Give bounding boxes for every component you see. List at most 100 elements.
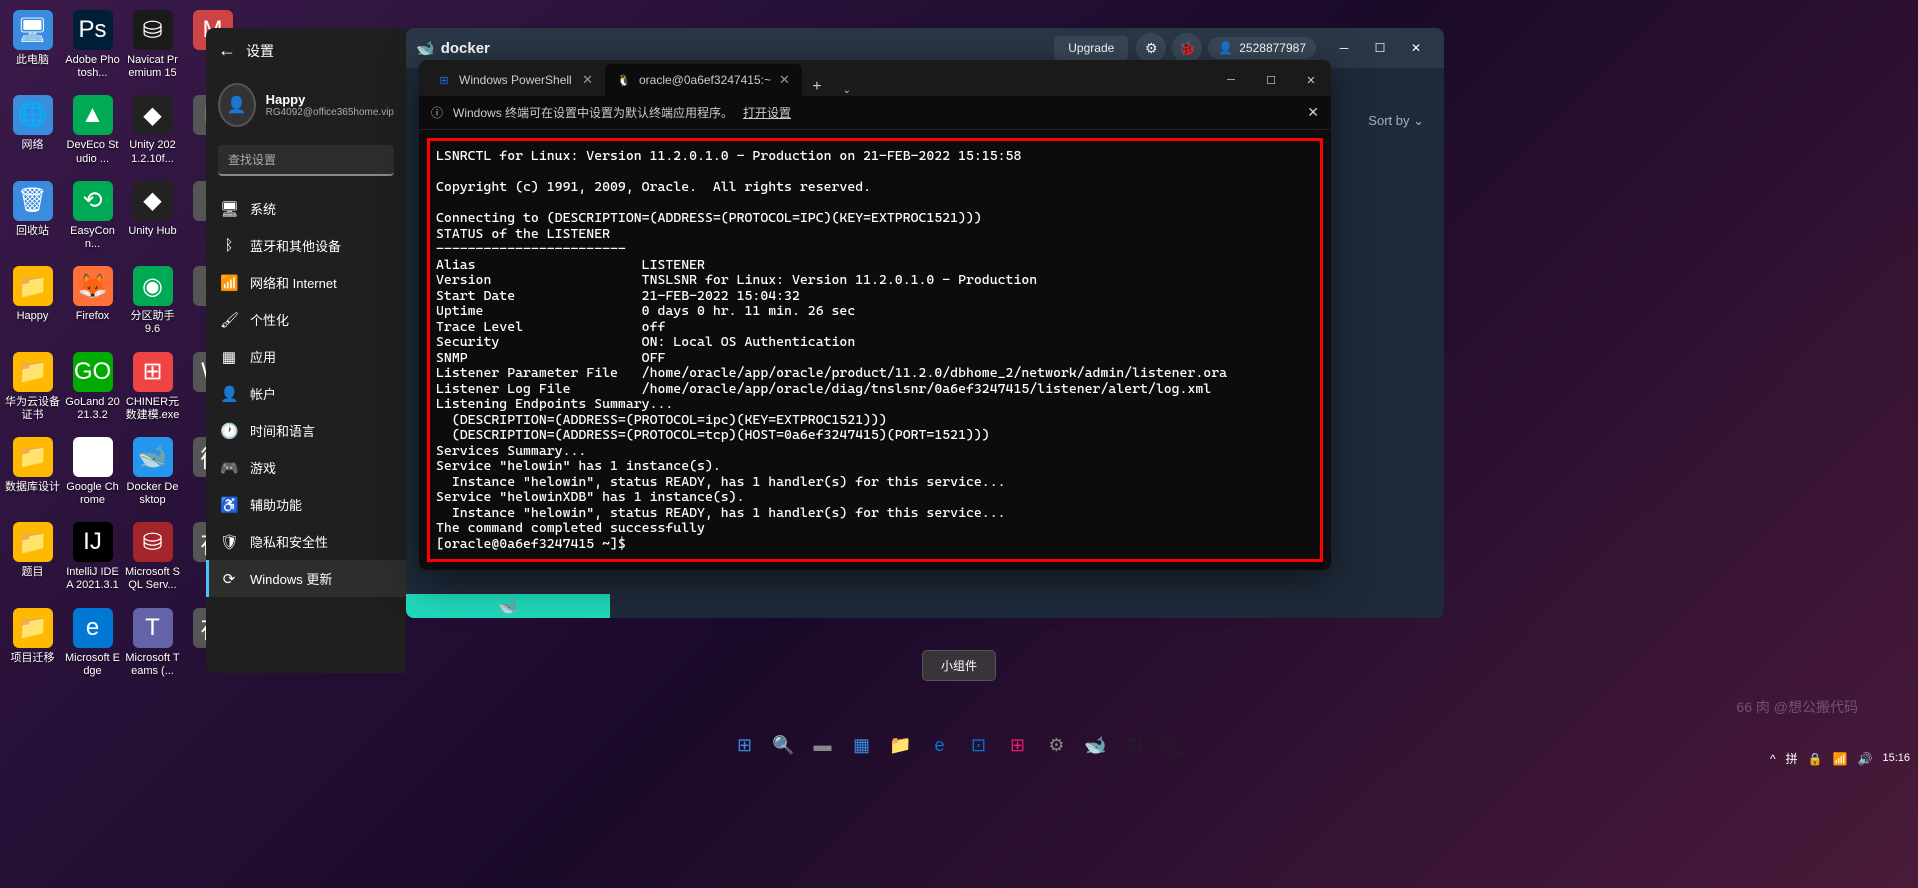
terminal-output[interactable]: LSNRCTL for Linux: Version 11.2.0.1.0 - …	[436, 149, 1314, 552]
taskbar-item[interactable]: ⊡	[1117, 728, 1152, 763]
desktop-icon[interactable]: 📁 华为云设备证书	[5, 352, 60, 422]
desktop-icon[interactable]: 📁数据库设计	[5, 437, 60, 507]
settings-nav-item[interactable]: 🖥系统	[206, 190, 406, 227]
minimize-button[interactable]: ─	[1211, 64, 1251, 96]
desktop-icon[interactable]: ◉Google Chrome	[65, 437, 120, 507]
tray-icon[interactable]: 🔊	[1858, 752, 1873, 766]
desktop-icon[interactable]: 🌐网络	[5, 95, 60, 165]
desktop-icon[interactable]: ⟲EasyConn...	[65, 181, 120, 251]
app-icon: Ps	[73, 10, 113, 50]
maximize-button[interactable]: ☐	[1362, 33, 1398, 63]
clock[interactable]: 15:16	[1882, 752, 1910, 764]
profile-section[interactable]: 👤 Happy RG4092@office365home.vip	[206, 73, 406, 137]
taskbar-item[interactable]: ⊡	[961, 728, 996, 763]
tray-icon[interactable]: 🔒	[1808, 752, 1823, 766]
desktop-icon[interactable]: ◉分区助手 9.6	[125, 266, 180, 336]
desktop-icon[interactable]: ⛁Navicat Premium 15	[125, 10, 180, 80]
settings-nav-item[interactable]: 🖌个性化	[206, 301, 406, 338]
nav-icon: ♿	[220, 496, 238, 514]
desktop-icon[interactable]: PsAdobe Photosh...	[65, 10, 120, 80]
desktop-icon[interactable]: ◆ Unity Hub	[125, 181, 180, 251]
taskbar-item[interactable]: e	[922, 728, 957, 763]
tray-icon[interactable]: 拼	[1786, 750, 1798, 767]
nav-label: 应用	[250, 347, 276, 366]
open-settings-link[interactable]: 打开设置	[743, 104, 791, 121]
app-icon: 📁	[13, 437, 53, 477]
desktop-icon[interactable]: ⛁Microsoft SQL Serv...	[125, 522, 180, 592]
whale-icon: 🐋	[498, 596, 518, 616]
bug-icon[interactable]: 🐞	[1172, 33, 1202, 63]
desktop-icon[interactable]: ▲DevEco Studio ...	[65, 95, 120, 165]
nav-label: 时间和语言	[250, 421, 315, 440]
gear-icon[interactable]: ⚙	[1136, 33, 1166, 63]
icon-label: 网络	[22, 139, 44, 152]
desktop-icon[interactable]: 🐋Docker Desktop	[125, 437, 180, 507]
docker-user[interactable]: 👤 2528877987	[1208, 37, 1316, 59]
icon-label: Microsoft Teams (...	[125, 652, 180, 678]
desktop-icon[interactable]: ⊞CHINER元数建模.exe	[125, 352, 180, 422]
desktop-icon[interactable]: eMicrosoft Edge	[65, 608, 120, 678]
desktop-icon[interactable]: GOGoLand 2021.3.2	[65, 352, 120, 422]
taskbar-item[interactable]: 🐋	[1078, 728, 1113, 763]
taskbar-item[interactable]: 🔍	[766, 728, 801, 763]
nav-icon: 🛡	[220, 533, 238, 551]
tab-dropdown-button[interactable]: ⌄	[832, 85, 862, 96]
taskbar-item[interactable]: ▦	[844, 728, 879, 763]
desktop-icon[interactable]: TMicrosoft Teams (...	[125, 608, 180, 678]
taskbar-item[interactable]: ⚙	[1039, 728, 1074, 763]
terminal-tab[interactable]: 🐧oracle@0a6ef3247415:~✕	[605, 64, 802, 96]
icon-label: 项目迁移	[11, 652, 55, 665]
minimize-button[interactable]: ─	[1326, 33, 1362, 63]
nav-label: 蓝牙和其他设备	[250, 236, 341, 255]
desktop-icon[interactable]: 🖥此电脑	[5, 10, 60, 80]
desktop-icon[interactable]: 🗑回收站	[5, 181, 60, 251]
app-icon: 📁	[13, 352, 53, 392]
desktop-icon[interactable]: 📁Happy	[5, 266, 60, 336]
taskbar-item[interactable]: 📁	[883, 728, 918, 763]
widgets-button[interactable]: 小组件	[922, 650, 996, 681]
desktop-icon[interactable]: IJIntelliJ IDEA 2021.3.1	[65, 522, 120, 592]
close-icon[interactable]: ✕	[1307, 104, 1319, 121]
close-icon[interactable]: ✕	[582, 72, 593, 88]
maximize-button[interactable]: ☐	[1251, 64, 1291, 96]
upgrade-button[interactable]: Upgrade	[1054, 36, 1128, 60]
taskbar-item[interactable]: ⊞	[1000, 728, 1035, 763]
settings-nav-item[interactable]: 🕐 时间和语言	[206, 412, 406, 449]
icon-label: 华为云设备证书	[5, 396, 60, 422]
close-icon[interactable]: ✕	[779, 72, 790, 88]
icon-label: Unity Hub	[128, 225, 176, 238]
settings-nav-item[interactable]: 📶网络和 Internet	[206, 264, 406, 301]
taskbar-item[interactable]: ▬	[805, 728, 840, 763]
settings-nav-item[interactable]: ♿辅助功能	[206, 486, 406, 523]
close-button[interactable]: ✕	[1291, 64, 1331, 96]
settings-search-input[interactable]: 查找设置	[218, 145, 394, 176]
terminal-content-highlight: LSNRCTL for Linux: Version 11.2.0.1.0 - …	[427, 138, 1323, 562]
settings-nav-item[interactable]: ▦应用	[206, 338, 406, 375]
app-icon: ◆	[133, 181, 173, 221]
settings-nav: 🖥系统ᛒ蓝牙和其他设备📶网络和 Internet🖌个性化▦应用👤帐户 🕐 时间和语言…	[206, 184, 406, 603]
terminal-tab[interactable]: ⊞Windows PowerShell✕	[425, 64, 605, 96]
app-icon: GO	[73, 352, 113, 392]
desktop-icon[interactable]: 📁题目	[5, 522, 60, 592]
desktop-icon[interactable]: 📁项目迁移	[5, 608, 60, 678]
settings-nav-item[interactable]: ⟳Windows 更新	[206, 560, 406, 597]
nav-label: 网络和 Internet	[250, 273, 337, 292]
desktop-icon[interactable]: 🦊Firefox	[65, 266, 120, 336]
settings-nav-item[interactable]: ᛒ蓝牙和其他设备	[206, 227, 406, 264]
settings-nav-item[interactable]: 🎮游戏	[206, 449, 406, 486]
tray-icon[interactable]: 📶	[1833, 752, 1848, 766]
back-icon[interactable]: ←	[218, 40, 236, 61]
sort-by-dropdown[interactable]: Sort by ⌄	[1368, 113, 1424, 129]
close-button[interactable]: ✕	[1398, 33, 1434, 63]
settings-nav-item[interactable]: 🛡隐私和安全性	[206, 523, 406, 560]
new-tab-button[interactable]: +	[802, 78, 832, 96]
desktop-icon[interactable]: ◆Unity 2021.2.10f...	[125, 95, 180, 165]
taskbar-item[interactable]: ⊞	[727, 728, 762, 763]
tray-icon[interactable]: ^	[1770, 752, 1776, 766]
taskbar-item[interactable]: >_	[1156, 728, 1191, 763]
app-icon: ⟲	[73, 181, 113, 221]
app-icon: ◉	[73, 437, 113, 477]
nav-icon: 🕐	[220, 422, 238, 440]
settings-nav-item[interactable]: 👤帐户	[206, 375, 406, 412]
terminal-tabs: ⊞Windows PowerShell✕🐧oracle@0a6ef3247415…	[419, 60, 1331, 96]
